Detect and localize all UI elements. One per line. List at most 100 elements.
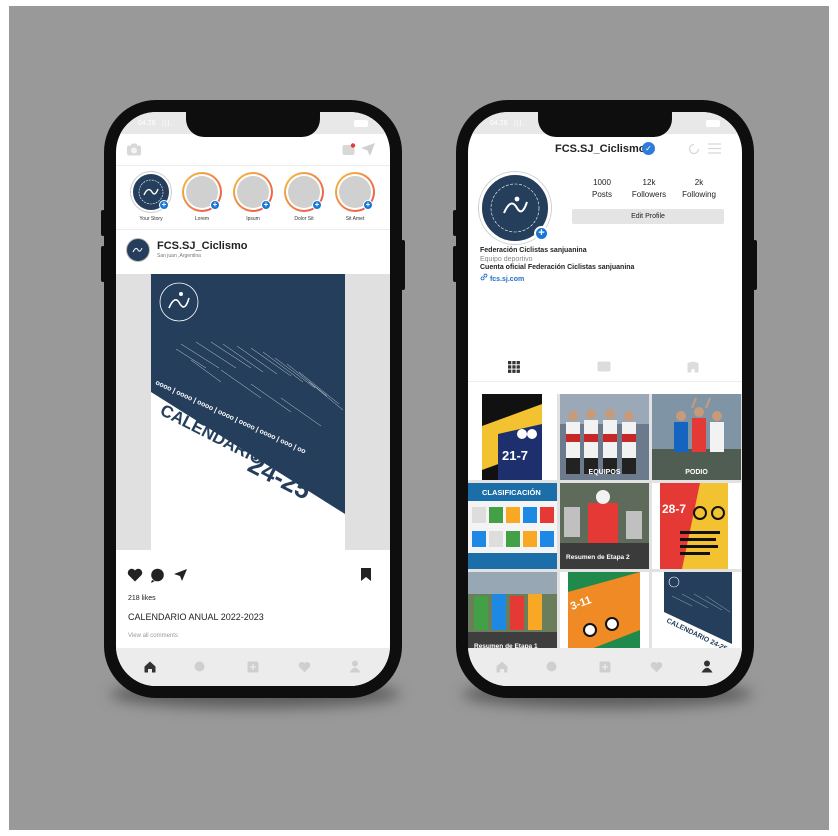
status-time: 04:28 — [138, 120, 156, 127]
posts-count: 1000 — [593, 178, 611, 187]
posts-stat[interactable]: 1000 Posts — [578, 178, 626, 199]
menu-icon[interactable] — [708, 143, 721, 154]
poster-art: CALENDARIO 24-25 — [652, 572, 741, 658]
post-header: FCS.SJ_Ciclismo San juan ,Argentina — [116, 230, 390, 272]
add-story-icon: + — [261, 200, 271, 210]
grid-post[interactable]: Resumen de Etapa 1 — [468, 572, 557, 658]
profile-username: FCS.SJ_Ciclismo — [555, 143, 646, 155]
search-icon[interactable] — [194, 661, 206, 673]
battery-icon — [354, 120, 368, 127]
heart-icon[interactable] — [650, 661, 663, 673]
story-label: Ipsum — [246, 216, 260, 222]
comment-icon[interactable] — [150, 568, 165, 583]
add-story-icon: + — [363, 200, 373, 210]
grid-icon[interactable] — [508, 361, 520, 373]
add-post-icon[interactable] — [599, 661, 611, 673]
grid-post[interactable]: PODIO — [652, 394, 741, 480]
followers-label: Followers — [631, 190, 667, 199]
poster-text: CLASIFICACIÓN — [482, 488, 541, 497]
poster-text: 21-7 — [502, 448, 528, 463]
story-label: Sit Amet — [345, 216, 365, 222]
likes-count[interactable]: 218 likes — [128, 595, 156, 602]
volume-button — [453, 210, 457, 236]
camera-icon[interactable] — [126, 143, 142, 156]
link-icon — [480, 273, 488, 280]
grid-post-caption: EQUIPOS — [588, 469, 621, 476]
grid-post[interactable]: Resumen de Etapa 2 — [560, 483, 649, 569]
status-time: 04:28 — [490, 120, 508, 127]
calendar-poster: oooo | oooo | oooo | oooo | oooo | oooo … — [151, 274, 345, 550]
grid-post[interactable]: 28-7 — [652, 483, 741, 569]
add-story-icon[interactable]: + — [534, 226, 549, 241]
story-item[interactable]: + Dolor Sit — [281, 172, 327, 226]
refresh-icon[interactable] — [688, 143, 700, 155]
activity-icon[interactable] — [342, 143, 356, 156]
story-item[interactable]: + Ipsum — [230, 172, 276, 226]
home-icon[interactable] — [144, 661, 156, 673]
home-icon[interactable] — [496, 661, 508, 673]
posts-label: Posts — [591, 190, 612, 199]
stories-row: + Your Story + Lorem + Ipsum + Dolor Sit — [116, 166, 390, 230]
bottom-nav — [468, 648, 742, 686]
post-avatar[interactable] — [126, 238, 150, 262]
bio-link[interactable]: fcs.sj.com — [490, 276, 524, 283]
send-icon[interactable] — [360, 142, 376, 157]
story-label: Your Story — [139, 216, 163, 222]
post-image[interactable]: oooo | oooo | oooo | oooo | oooo | oooo … — [116, 274, 390, 550]
igtv-icon[interactable] — [597, 361, 611, 372]
profile-icon[interactable] — [349, 660, 361, 673]
profile-section: + 1000 Posts 12k Followers 2k Following … — [468, 164, 742, 304]
power-button — [753, 240, 757, 290]
add-post-icon[interactable] — [247, 661, 259, 673]
story-item[interactable]: + Lorem — [179, 172, 225, 226]
add-story-icon: + — [210, 200, 220, 210]
story-item[interactable]: + Sit Amet — [332, 172, 378, 226]
power-button — [401, 240, 405, 290]
grid-post[interactable]: EQUIPOS — [560, 394, 649, 480]
grid-post[interactable]: 3-11 — [560, 572, 649, 658]
story-your-story[interactable]: + Your Story — [128, 172, 174, 226]
share-icon[interactable] — [173, 568, 188, 582]
followers-stat[interactable]: 12k Followers — [625, 178, 673, 199]
view-comments-link[interactable]: View all comments — [128, 633, 178, 639]
battery-icon — [706, 120, 720, 127]
volume-button — [101, 246, 105, 282]
volume-button — [453, 246, 457, 282]
calendar-artwork: oooo | oooo | oooo | oooo | oooo | oooo … — [151, 274, 345, 514]
profile-icon[interactable] — [701, 660, 713, 673]
right-screen: 04:28 |||. FCS.SJ_Ciclismo ✓ + 1000 Post… — [468, 112, 742, 686]
add-story-icon[interactable]: + — [159, 200, 169, 210]
story-label: Dolor Sit — [294, 216, 314, 222]
post-actions: 218 likes CALENDARIO ANUAL 2022-2023 Vie… — [116, 550, 390, 640]
bookmark-icon[interactable] — [360, 567, 372, 582]
grid-post-caption: PODIO — [685, 469, 708, 476]
volume-button — [101, 210, 105, 236]
following-count: 2k — [694, 178, 704, 187]
grid-post[interactable]: 21-7 — [468, 394, 557, 480]
verified-badge-icon: ✓ — [642, 142, 655, 155]
followers-count: 12k — [642, 178, 656, 187]
feed-top-bar — [116, 134, 390, 166]
edit-profile-button[interactable]: Edit Profile — [572, 209, 724, 224]
tagged-icon[interactable] — [687, 361, 699, 373]
post-username[interactable]: FCS.SJ_Ciclismo — [157, 240, 247, 252]
grid-post[interactable]: CALENDARIO 24-25 — [652, 572, 741, 658]
grid-post[interactable]: CLASIFICACIÓN — [468, 483, 557, 569]
notch — [186, 112, 320, 137]
grid-post-caption: Resumen de Etapa 2 — [566, 554, 630, 561]
following-stat[interactable]: 2k Following — [675, 178, 723, 199]
heart-icon[interactable] — [127, 568, 143, 582]
heart-icon[interactable] — [298, 661, 311, 673]
left-phone: 04:28 |||. + Your Story + Lorem + Ipsum … — [101, 100, 405, 698]
post-location[interactable]: San juan ,Argentina — [157, 253, 201, 259]
signal-indicator: |||. — [514, 120, 526, 127]
profile-tabs — [468, 352, 742, 382]
profile-top-bar: FCS.SJ_Ciclismo ✓ — [468, 134, 742, 164]
right-phone: 04:28 |||. FCS.SJ_Ciclismo ✓ + 1000 Post… — [453, 100, 757, 698]
bio-name: Federación Ciclistas sanjuanina — [480, 247, 587, 254]
search-icon[interactable] — [546, 661, 558, 673]
bio-link-row[interactable]: fcs.sj.com — [480, 273, 634, 285]
bio-category: Equipo deportivo — [480, 255, 533, 263]
following-label: Following — [682, 190, 716, 199]
bottom-nav — [116, 648, 390, 686]
